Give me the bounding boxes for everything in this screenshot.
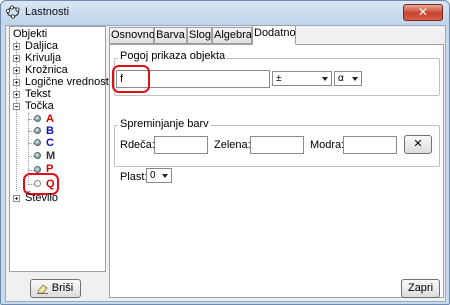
chevron-down-icon (322, 77, 328, 81)
tree-item-stevilo[interactable]: Število (25, 192, 58, 204)
symbol-dropdown[interactable]: ± (272, 71, 332, 86)
tree-item-krivulja[interactable]: Krivulja (25, 52, 61, 64)
object-tree: Objekti Daljica Krivulja Krožnica Logičn… (9, 26, 111, 272)
close-button[interactable]: Zapri (401, 279, 440, 298)
expand-stevilo-icon[interactable] (13, 195, 20, 202)
point-b-icon (34, 127, 41, 134)
tree-point-b[interactable]: B (46, 125, 54, 137)
eraser-icon (37, 284, 48, 294)
tab-slog[interactable]: Slog (187, 27, 212, 44)
blue-label: Modra: (310, 139, 345, 151)
tab-panel-dodatno: Pogoj prikaza objekta f ± α Spreminjanje… (109, 44, 444, 298)
properties-window: Lastnosti ✕ Objekti Daljica Krivulja Kro… (0, 0, 450, 305)
tab-barva[interactable]: Barva (154, 27, 187, 44)
red-input[interactable] (154, 136, 208, 154)
red-label: Rdeča: (120, 139, 155, 151)
window-title: Lastnosti (25, 6, 70, 18)
collapse-tocka-icon[interactable] (13, 103, 20, 110)
tab-dodatno[interactable]: Dodatno (252, 25, 296, 45)
display-condition-title: Pogoj prikaza objekta (118, 50, 228, 62)
tree-guide-line (16, 41, 17, 191)
tree-item-daljica[interactable]: Daljica (25, 40, 58, 52)
tab-algebra[interactable]: Algebra (212, 27, 252, 44)
window-close-button[interactable]: ✕ (403, 4, 443, 21)
point-m-icon (34, 152, 41, 159)
layer-dropdown[interactable]: 0 (146, 168, 172, 183)
expand-krivulja-icon[interactable] (13, 55, 20, 62)
expand-logicne-icon[interactable] (13, 79, 20, 86)
geogebra-icon (6, 5, 20, 19)
delete-button[interactable]: Briši (30, 279, 81, 298)
layer-label: Plast: (120, 171, 148, 183)
expand-daljica-icon[interactable] (13, 43, 20, 50)
layer-dropdown-value: 0 (150, 170, 156, 181)
tree-item-tocka[interactable]: Točka (25, 100, 54, 112)
expand-tekst-icon[interactable] (13, 91, 20, 98)
highlight-condition-field (112, 65, 150, 93)
title-bar: Lastnosti ✕ (1, 1, 449, 25)
green-label: Zelena: (214, 139, 251, 151)
point-a-icon (34, 115, 41, 122)
tab-osnovno[interactable]: Osnovno (109, 27, 155, 44)
chevron-down-icon (162, 174, 168, 178)
tree-item-logicne-vrednosti[interactable]: Logične vrednosti (25, 76, 111, 88)
point-p-icon (34, 166, 41, 173)
clear-colors-button[interactable]: ✕ (404, 135, 432, 154)
greek-dropdown-value: α (338, 73, 344, 84)
dynamic-colors-title: Spreminjanje barv (118, 118, 211, 130)
chevron-down-icon (352, 77, 358, 81)
tree-point-a[interactable]: A (46, 113, 54, 125)
tree-root[interactable]: Objekti (13, 28, 47, 40)
tree-point-c[interactable]: C (46, 137, 54, 149)
point-c-icon (34, 139, 41, 146)
tree-item-tekst[interactable]: Tekst (25, 88, 51, 100)
delete-button-label: Briši (51, 282, 74, 294)
blue-input[interactable] (343, 136, 397, 154)
tree-point-m[interactable]: M (46, 150, 55, 162)
symbol-dropdown-value: ± (276, 73, 282, 84)
green-input[interactable] (250, 136, 304, 154)
expand-kroznica-icon[interactable] (13, 67, 20, 74)
tree-item-kroznica[interactable]: Krožnica (25, 64, 68, 76)
dialog-body: Objekti Daljica Krivulja Krožnica Logičn… (5, 25, 446, 302)
greek-dropdown[interactable]: α (334, 71, 362, 86)
